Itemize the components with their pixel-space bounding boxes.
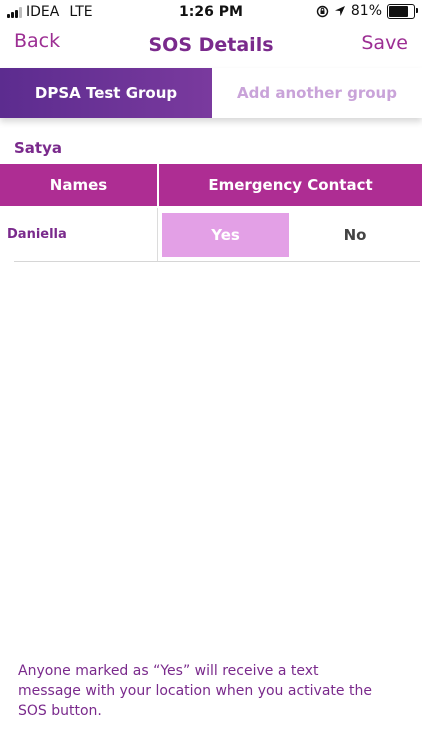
save-button[interactable]: Save <box>361 32 408 54</box>
page-title: SOS Details <box>148 34 274 56</box>
contact-name: Daniella <box>7 227 67 242</box>
footer-note: Anyone marked as “Yes” will receive a te… <box>18 663 372 719</box>
tab-dpsa-test-group[interactable]: DPSA Test Group <box>0 68 212 118</box>
group-tabs: DPSA Test Group Add another group <box>0 68 422 118</box>
member-name-label: Satya <box>14 139 62 157</box>
orientation-lock-icon <box>316 5 329 17</box>
row-separator <box>14 261 420 262</box>
navigation-bar: Back SOS Details Save <box>0 26 422 64</box>
yes-button[interactable]: Yes <box>162 213 289 257</box>
status-bar: IDEA LTE 1:26 PM 81% <box>0 0 422 24</box>
location-arrow-icon <box>334 6 345 16</box>
battery-icon <box>387 3 418 19</box>
table-header: Names Emergency Contact <box>0 164 422 206</box>
tab-add-another-group[interactable]: Add another group <box>212 68 422 118</box>
table-row: Daniella Yes No <box>0 208 422 262</box>
no-button[interactable]: No <box>292 213 418 257</box>
row-divider <box>157 208 158 262</box>
header-emergency-contact: Emergency Contact <box>208 176 373 194</box>
status-right: 81% <box>316 3 418 19</box>
header-names: Names <box>49 176 108 194</box>
battery-percent: 81% <box>350 3 382 19</box>
